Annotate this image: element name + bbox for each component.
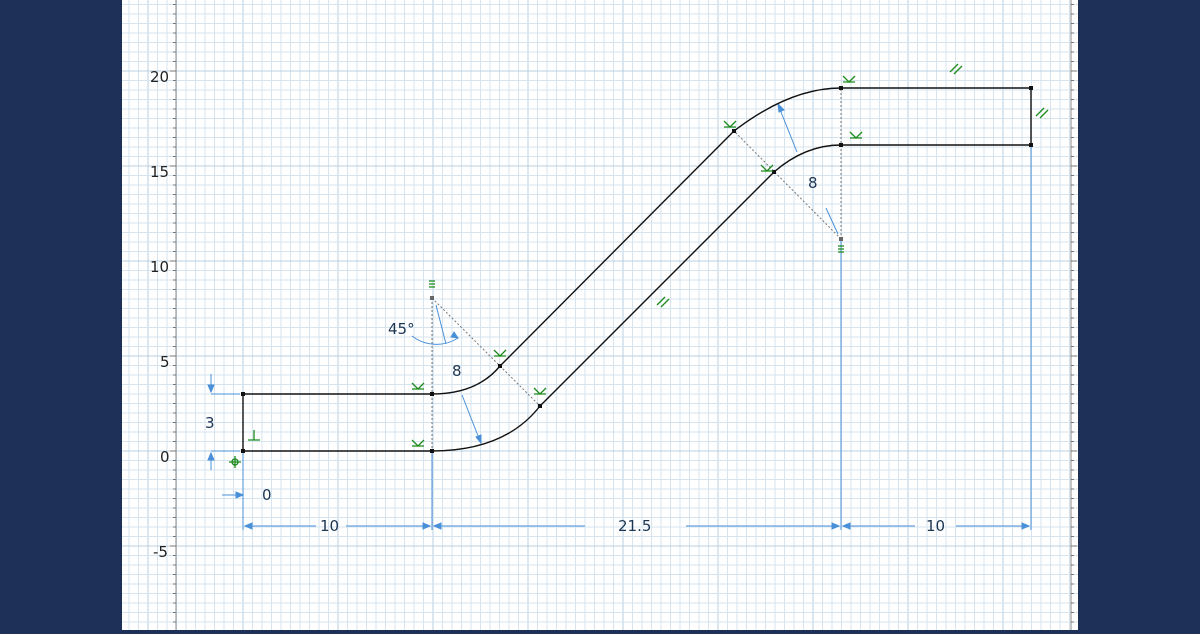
- coincident-icon[interactable]: [429, 280, 435, 288]
- dimension-arrow: [207, 384, 215, 394]
- dimension-arrow: [831, 522, 841, 530]
- dimension-arrow: [207, 451, 215, 461]
- y-tick-label: 5: [160, 353, 170, 371]
- sketch-canvas[interactable]: 20 15 10 5 0 -5 10 21.5 10 3 0 8 8 45°: [122, 0, 1078, 630]
- vertex[interactable]: [1029, 143, 1033, 147]
- left-side-panel: [0, 0, 122, 630]
- profile-geometry[interactable]: [242, 87, 1032, 452]
- y-tick-label: 10: [150, 258, 169, 276]
- y-tick-label: 0: [160, 448, 170, 466]
- dimension-upper-radius[interactable]: 8: [808, 174, 818, 192]
- construction-line[interactable]: [431, 297, 541, 407]
- dimension-right-length[interactable]: 10: [926, 517, 945, 535]
- vertex[interactable]: [430, 449, 434, 453]
- sketch-svg[interactable]: 20 15 10 5 0 -5 10 21.5 10 3 0 8 8 45°: [122, 0, 1078, 630]
- dimension-arrow: [422, 522, 432, 530]
- dimension-angle[interactable]: 45°: [388, 320, 415, 338]
- vertex[interactable]: [839, 86, 843, 90]
- vertex[interactable]: [732, 129, 736, 133]
- dimension-height[interactable]: 3: [205, 414, 215, 432]
- dimension-arrow: [841, 522, 851, 530]
- fixed-icon[interactable]: [229, 456, 241, 468]
- dimension-arrow: [243, 522, 253, 530]
- tangent-icon[interactable]: [842, 75, 856, 83]
- sketch-screen: 20 15 10 5 0 -5 10 21.5 10 3 0 8 8 45°: [0, 0, 1200, 630]
- y-tick-label: 20: [150, 68, 169, 86]
- arc-center-point[interactable]: [839, 237, 843, 241]
- vertex[interactable]: [498, 364, 502, 368]
- dimension-middle-length[interactable]: 21.5: [618, 517, 651, 535]
- dimension-origin-offset[interactable]: 0: [262, 486, 272, 504]
- vertex[interactable]: [839, 143, 843, 147]
- constraints: [229, 63, 1049, 468]
- vertex[interactable]: [430, 392, 434, 396]
- y-tick-label: 15: [150, 163, 169, 181]
- dimension-left-length[interactable]: 10: [320, 517, 339, 535]
- dimension-lower-radius[interactable]: 8: [452, 362, 462, 380]
- tangent-icon[interactable]: [723, 120, 737, 128]
- vertex[interactable]: [241, 392, 245, 396]
- grid: [122, 0, 1078, 630]
- arc-center-point[interactable]: [430, 296, 434, 300]
- vertex[interactable]: [241, 449, 245, 453]
- vertex[interactable]: [1029, 86, 1033, 90]
- tangent-icon[interactable]: [533, 387, 547, 395]
- y-tick-label: -5: [153, 543, 168, 561]
- dimension-arrow: [1021, 522, 1031, 530]
- dimension-arrow: [777, 102, 785, 113]
- right-side-panel: [1078, 0, 1200, 630]
- dimension-arrow: [432, 522, 442, 530]
- dimension-arrow: [235, 491, 245, 499]
- vertices: [241, 86, 1033, 453]
- vertex[interactable]: [538, 404, 542, 408]
